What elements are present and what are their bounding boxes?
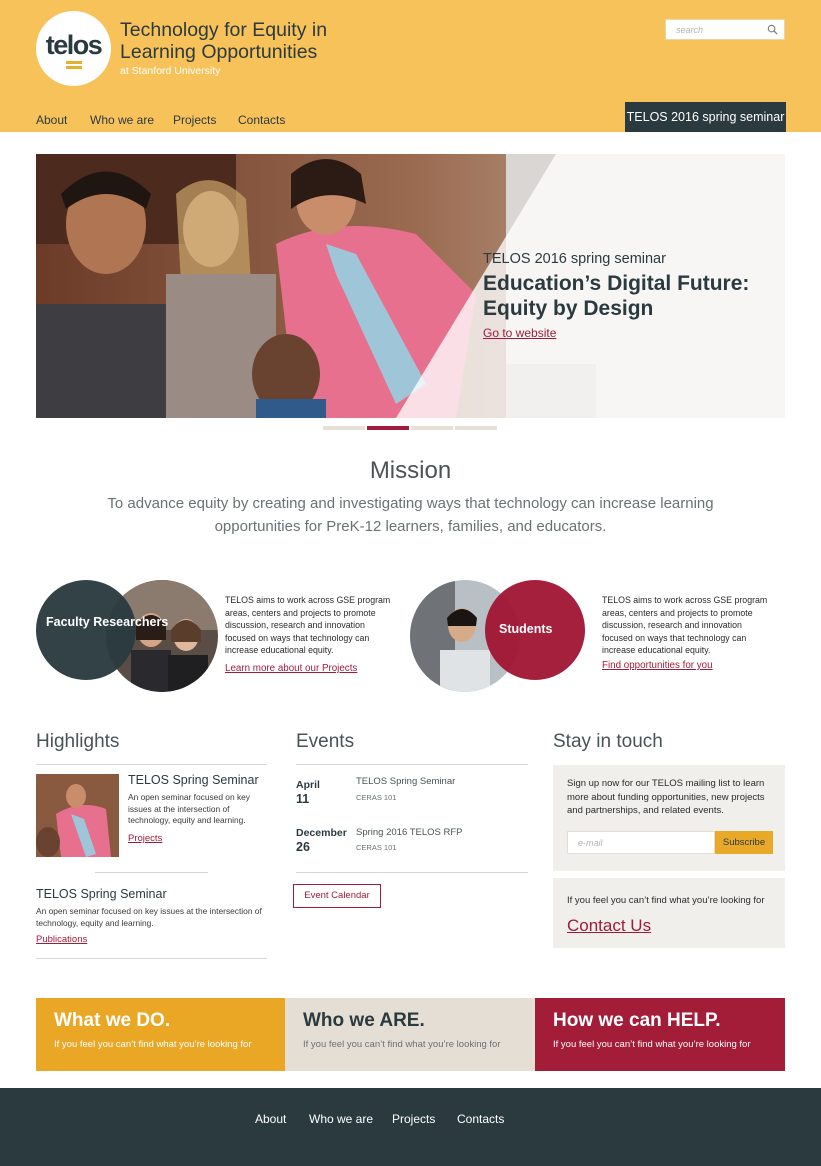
faculty-description: TELOS aims to work across GSE program ar… (225, 595, 391, 656)
faculty-circle[interactable] (36, 580, 136, 680)
subscribe-button[interactable]: Subscribe (715, 831, 773, 854)
band-title: What we DO. (54, 1010, 171, 1031)
highlight-projects-link[interactable]: Projects (128, 833, 162, 844)
logo-bar-icon (66, 66, 82, 69)
hero-website-link[interactable]: Go to website (483, 326, 556, 340)
carousel-dot-active[interactable] (367, 426, 409, 430)
hero-title: Education’s Digital Future: Equity by De… (483, 272, 750, 320)
highlight-publications-link[interactable]: Publications (36, 934, 87, 945)
highlight-thumbnail[interactable] (36, 774, 119, 857)
logo-wordmark: telos (45, 30, 103, 60)
site-title: Technology for Equity in Learning Opport… (120, 19, 328, 63)
event-location: CERAS 101 (356, 793, 397, 802)
students-description: TELOS aims to work across GSE program ar… (602, 595, 768, 656)
search-icon[interactable] (767, 24, 778, 35)
contact-box: If you feel you can’t find what you’re l… (553, 878, 785, 948)
event-month: December (296, 827, 347, 839)
highlights-title: Highlights (36, 731, 120, 752)
footer-nav-contacts[interactable]: Contacts (457, 1112, 504, 1126)
band-subtitle: If you feel you can’t find what you’re l… (553, 1039, 751, 1050)
newsletter-box: Sign up now for our TELOS mailing list t… (553, 765, 785, 871)
nav-contacts[interactable]: Contacts (238, 113, 285, 127)
band-who-we-are[interactable]: Who we ARE. If you feel you can’t find w… (285, 998, 535, 1071)
hero-carousel[interactable]: TELOS 2016 spring seminar Education’s Di… (36, 154, 785, 418)
site-subtitle: at Stanford University (120, 65, 221, 77)
mission-title: Mission (369, 457, 452, 484)
band-what-we-do[interactable]: What we DO. If you feel you can’t find w… (36, 998, 285, 1071)
band-how-we-can-help[interactable]: How we can HELP. If you feel you can’t f… (535, 998, 785, 1071)
carousel-dot[interactable] (323, 426, 365, 430)
event-calendar-button[interactable]: Event Calendar (293, 884, 381, 908)
nav-who-we-are[interactable]: Who we are (90, 113, 154, 127)
faculty-projects-link[interactable]: Learn more about our Projects (225, 663, 357, 674)
highlight-text: An open seminar focused on key issues at… (128, 792, 250, 825)
contact-text: If you feel you can’t find what you’re l… (567, 895, 765, 906)
highlights-inner-divider (95, 872, 208, 873)
carousel-dot[interactable] (411, 426, 453, 430)
students-opportunities-link[interactable]: Find opportunities for you (602, 660, 713, 671)
footer-nav-projects[interactable]: Projects (392, 1112, 435, 1126)
highlight-text: An open seminar focused on key issues at… (36, 906, 262, 928)
band-subtitle: If you feel you can’t find what you’re l… (54, 1039, 252, 1050)
search-input[interactable]: search (665, 19, 785, 40)
logo-bar-icon (66, 61, 82, 64)
nav-about[interactable]: About (36, 113, 67, 127)
events-bottom-divider (296, 872, 528, 873)
stay-in-touch-title: Stay in touch (553, 731, 663, 752)
newsletter-text: Sign up now for our TELOS mailing list t… (567, 778, 765, 817)
footer-nav-about[interactable]: About (255, 1112, 286, 1126)
site-footer: About Who we are Projects Contacts (0, 1088, 821, 1166)
band-title: How we can HELP. (553, 1010, 721, 1031)
event-day: 26 (296, 840, 310, 854)
hero-kicker: TELOS 2016 spring seminar (483, 251, 666, 267)
faculty-label: Faculty Researchers (46, 615, 169, 629)
footer-nav-who-we-are[interactable]: Who we are (309, 1112, 373, 1126)
event-name: TELOS Spring Seminar (356, 776, 456, 787)
events-divider (296, 764, 528, 765)
contact-us-link[interactable]: Contact Us (567, 916, 651, 936)
nav-projects[interactable]: Projects (173, 113, 216, 127)
email-field[interactable]: e-mail (567, 831, 715, 854)
students-label: Students (499, 622, 553, 636)
highlight-title: TELOS Spring Seminar (36, 887, 167, 901)
event-name: Spring 2016 TELOS RFP (356, 827, 463, 838)
event-day: 11 (296, 792, 310, 806)
carousel-dot[interactable] (455, 426, 497, 430)
telos-logo[interactable]: telos (36, 11, 111, 86)
band-title: Who we ARE. (303, 1010, 425, 1031)
highlights-bottom-divider (36, 958, 267, 959)
email-placeholder: e-mail (578, 838, 603, 848)
mission-text: To advance equity by creating and invest… (107, 495, 714, 535)
seminar-button[interactable]: TELOS 2016 spring seminar (625, 102, 786, 132)
site-header: telos Technology for Equity in Learning … (0, 0, 821, 132)
search-placeholder: search (676, 25, 704, 35)
event-location: CERAS 101 (356, 843, 397, 852)
highlight-title: TELOS Spring Seminar (128, 773, 259, 787)
event-month: April (296, 779, 320, 791)
events-title: Events (296, 731, 355, 752)
highlights-divider (36, 764, 267, 765)
band-subtitle: If you feel you can’t find what you’re l… (303, 1039, 501, 1050)
